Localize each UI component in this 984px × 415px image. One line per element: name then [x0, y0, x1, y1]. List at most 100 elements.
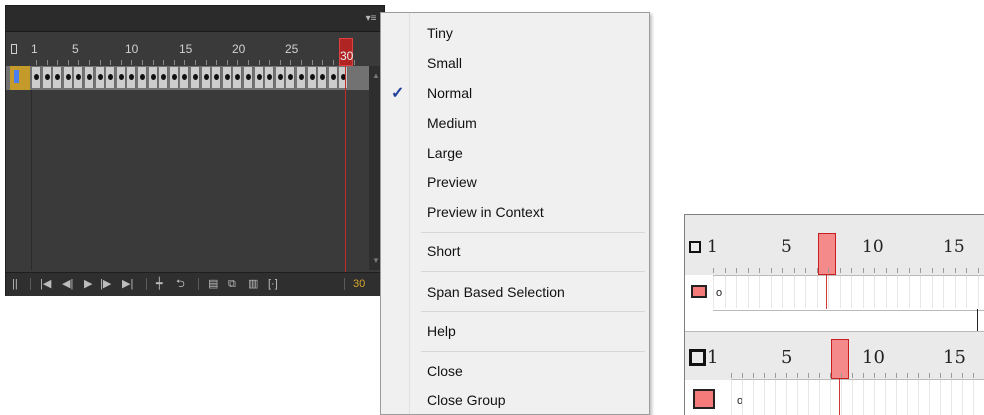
layer-handle-icon[interactable]: || [12, 278, 18, 290]
next-frame-icon[interactable]: |▶ [100, 278, 111, 290]
menu-separator [421, 351, 645, 352]
playhead[interactable] [831, 339, 849, 379]
frame-cell[interactable] [148, 67, 158, 88]
frame-column [951, 380, 952, 415]
playhead[interactable] [818, 233, 836, 275]
menu-item-normal[interactable]: Normal [427, 85, 472, 101]
keyframe-dot [76, 74, 82, 80]
scroll-down-icon[interactable]: ▼ [372, 256, 380, 265]
loop-icon[interactable]: ⮌ [176, 278, 185, 290]
onion-skin-icon[interactable]: ▤ [208, 278, 218, 290]
frame-cell[interactable] [222, 67, 232, 88]
center-frame-icon[interactable]: ┿ [156, 278, 163, 290]
menu-item-preview[interactable]: Preview [427, 174, 477, 190]
frame-cell[interactable] [85, 67, 94, 88]
onion-outline-icon[interactable]: ⧉ [228, 278, 236, 290]
ruler-tick [248, 60, 249, 65]
frame-cell[interactable] [32, 67, 41, 88]
preview-ruler-label: 10 [862, 347, 885, 368]
frame-cell[interactable] [53, 67, 63, 88]
menu-item-tiny[interactable]: Tiny [427, 25, 453, 41]
ruler-tick [862, 268, 864, 273]
edit-multiple-frames-icon[interactable]: ▥ [248, 278, 258, 290]
menu-item-large[interactable]: Large [427, 145, 463, 161]
frame-column [851, 276, 852, 308]
selected-frame[interactable] [10, 66, 30, 90]
prev-frame-icon[interactable]: ◀| [62, 278, 73, 290]
frame-cell[interactable] [127, 67, 137, 88]
frame-column [862, 276, 864, 308]
frame-cell[interactable] [318, 67, 328, 88]
frame-column [830, 380, 831, 415]
frame-column [736, 276, 737, 308]
frame-ruler[interactable]: 1 5 10 15 20 25 [6, 32, 369, 66]
frame-cell[interactable] [42, 67, 52, 88]
layer-color-icon [691, 285, 707, 298]
frame-cell[interactable] [244, 67, 253, 88]
frame-cell[interactable] [180, 67, 190, 88]
menu-item-help[interactable]: Help [427, 323, 456, 339]
play-icon[interactable]: ▶ [84, 278, 92, 290]
ruler-tick [731, 373, 732, 378]
frame-cell[interactable] [328, 67, 338, 88]
menu-item-close-group[interactable]: Close Group [427, 392, 506, 408]
ruler-tick [885, 268, 887, 273]
ruler-tick [973, 373, 974, 378]
frame-cell[interactable] [265, 67, 275, 88]
ruler-tick [195, 60, 196, 65]
last-frame-icon[interactable]: ▶| [122, 278, 133, 290]
menu-item-small[interactable]: Small [427, 55, 462, 71]
frame-cell[interactable] [191, 67, 200, 88]
ruler-tick [67, 60, 69, 65]
current-frame-counter[interactable]: 30 [353, 278, 365, 290]
menu-item-close[interactable]: Close [427, 363, 463, 379]
playhead[interactable]: 30 [339, 38, 353, 66]
divider [31, 90, 32, 270]
frame-cell[interactable] [138, 67, 147, 88]
timeline-empty-area[interactable] [6, 90, 369, 270]
frame-cell[interactable] [116, 67, 126, 88]
ruler-tick [354, 60, 355, 65]
menu-item-span-based-selection[interactable]: Span Based Selection [427, 284, 565, 300]
first-frame-icon[interactable]: |◀ [40, 278, 51, 290]
timeline-panel: ▾≡ 1 5 10 15 20 25 30 ▲ ▼ || |◀ ◀| ▶ |▶ … [5, 5, 385, 296]
onion-markers-icon[interactable]: [·] [268, 278, 278, 290]
ruler-tick [908, 268, 910, 273]
frame-cell[interactable] [275, 67, 285, 88]
frame-cell[interactable] [297, 67, 306, 88]
ruler-tick [753, 373, 754, 378]
menu-item-short[interactable]: Short [427, 243, 460, 259]
ruler-tick [943, 268, 944, 273]
frame-cell[interactable] [254, 67, 264, 88]
menu-item-preview-in-context[interactable]: Preview in Context [427, 204, 544, 220]
menu-item-medium[interactable]: Medium [427, 115, 477, 131]
frame-cell[interactable] [339, 67, 349, 88]
frame-cell[interactable] [106, 67, 116, 88]
ruler-tick [897, 268, 898, 273]
keyframe-dot [309, 74, 315, 80]
frame-cell[interactable] [212, 67, 222, 88]
frame-cell[interactable] [233, 67, 243, 88]
frame-cell[interactable] [169, 67, 179, 88]
ruler-tick [951, 373, 952, 378]
frame-column [885, 380, 886, 415]
frame-cell[interactable] [201, 67, 211, 88]
frame-cell[interactable] [159, 67, 169, 88]
frame-cell[interactable] [74, 67, 84, 88]
frame-cell[interactable] [307, 67, 317, 88]
frame-column [908, 276, 910, 308]
frame-column [786, 380, 787, 415]
frame-column [819, 380, 820, 415]
frame-column [839, 276, 841, 308]
scroll-up-icon[interactable]: ▲ [372, 71, 380, 80]
layer-frames-row[interactable] [6, 66, 369, 90]
ruler-tick [290, 60, 292, 65]
ruler-tick [110, 60, 112, 65]
frame-cell[interactable] [286, 67, 296, 88]
ruler-tick [786, 373, 787, 378]
panel-menu-icon[interactable]: ▾≡ [364, 13, 378, 25]
ruler-tick [775, 373, 776, 378]
preview-frames-row[interactable] [731, 379, 984, 415]
frame-cell[interactable] [63, 67, 73, 88]
frame-cell[interactable] [95, 67, 105, 88]
